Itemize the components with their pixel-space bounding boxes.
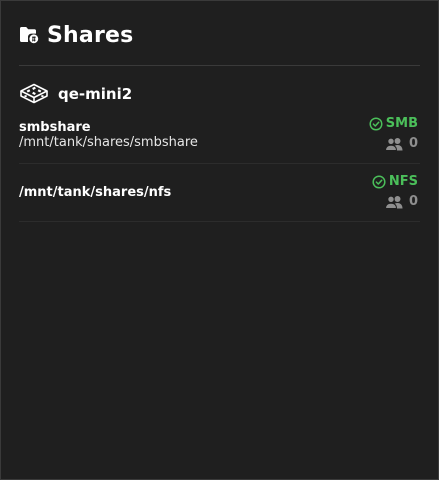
users-icon	[384, 195, 404, 209]
widget-title: Shares	[47, 22, 134, 48]
shares-widget: Shares qe-mini2 smbshare /mnt/tank/share…	[0, 0, 439, 480]
connected-users: 0	[384, 136, 418, 151]
user-count: 0	[408, 194, 418, 209]
check-circle-icon	[372, 174, 386, 189]
server-icon	[19, 83, 49, 105]
share-row[interactable]: smbshare /mnt/tank/shares/smbshare SMB 0	[19, 115, 420, 164]
users-icon	[384, 137, 404, 151]
share-name: /mnt/tank/shares/nfs	[19, 185, 172, 200]
protocol-label: NFS	[388, 174, 418, 189]
user-count: 0	[408, 136, 418, 151]
share-name: smbshare	[19, 120, 91, 135]
host-name: qe-mini2	[58, 85, 133, 103]
connected-users: 0	[384, 194, 418, 209]
header-divider	[19, 65, 420, 66]
protocol-status: NFS	[372, 174, 418, 189]
widget-header: Shares	[19, 19, 133, 51]
host-row: qe-mini2	[19, 81, 132, 107]
share-path: /mnt/tank/shares/smbshare	[19, 135, 198, 150]
share-row[interactable]: /mnt/tank/shares/nfs NFS 0	[19, 167, 420, 222]
folder-share-icon	[19, 26, 39, 44]
protocol-status: SMB	[369, 116, 418, 131]
protocol-label: SMB	[385, 116, 418, 131]
check-circle-icon	[369, 116, 383, 131]
